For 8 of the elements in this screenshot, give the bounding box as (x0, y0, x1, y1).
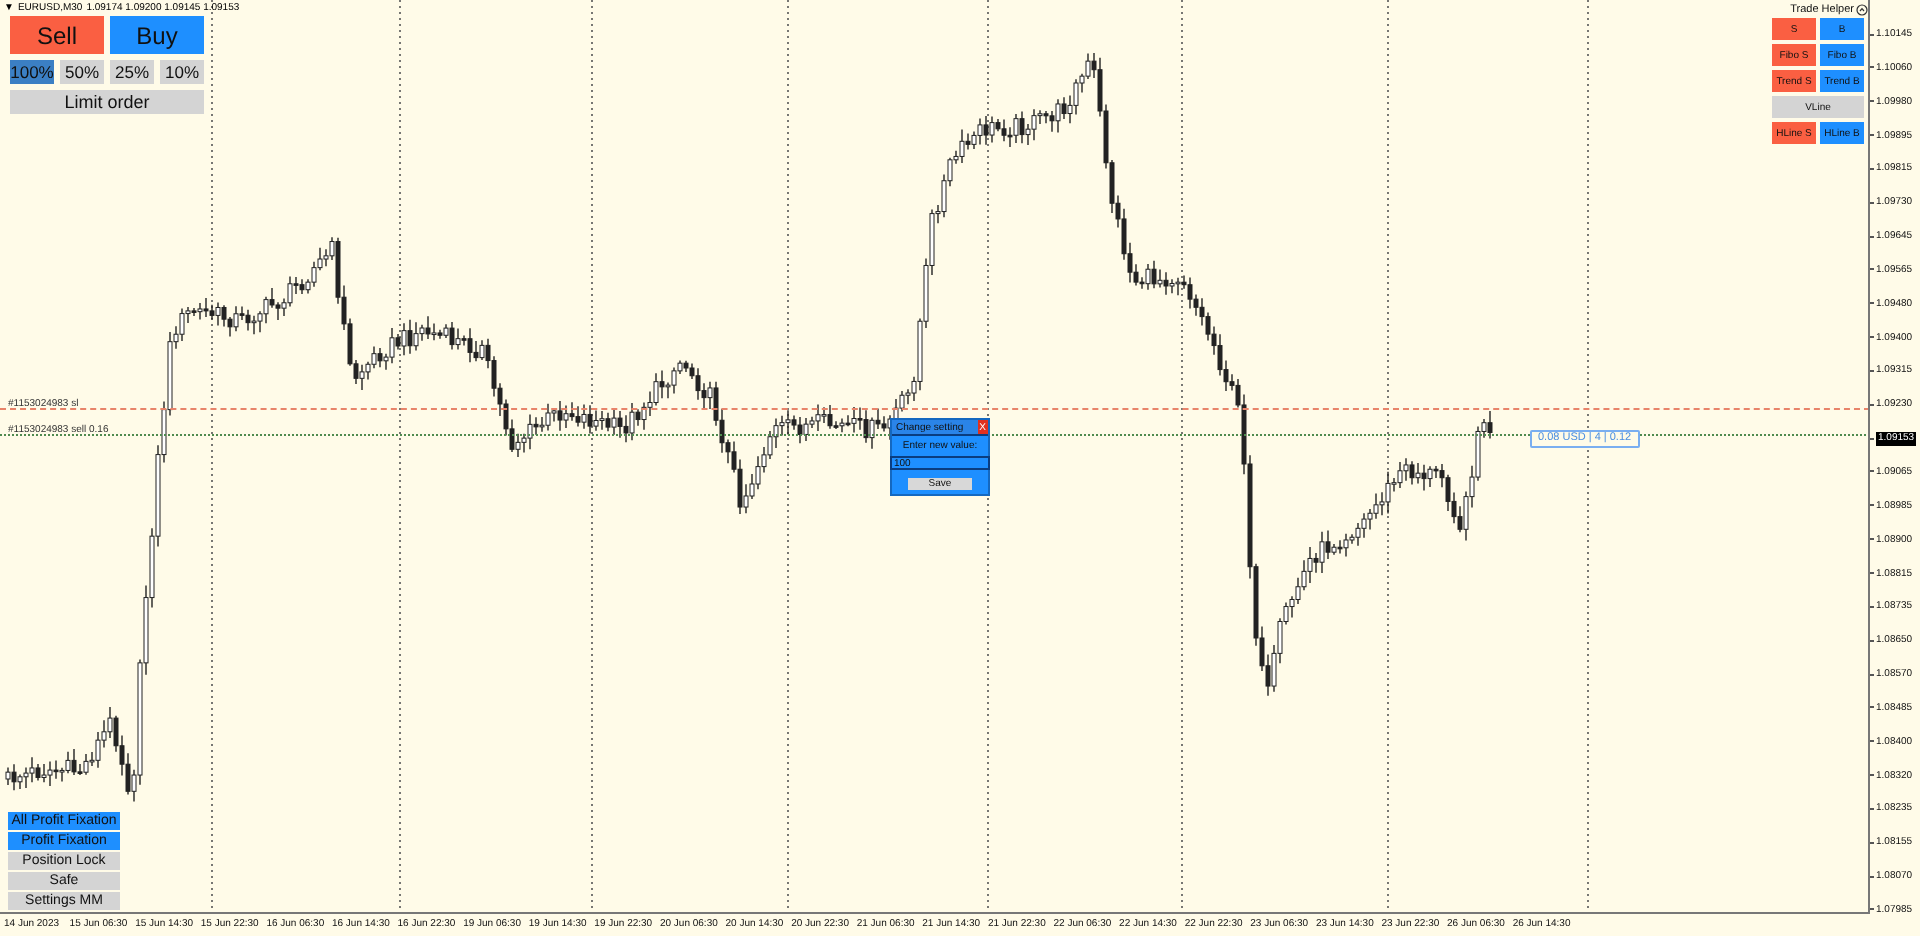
percent-button[interactable]: 100% (10, 60, 54, 84)
buy-button[interactable]: Buy (110, 16, 204, 54)
percent-button[interactable]: 10% (160, 60, 204, 84)
percent-button[interactable]: 25% (110, 60, 154, 84)
circle-icon[interactable] (1856, 4, 1868, 16)
percent-button[interactable]: 50% (60, 60, 104, 84)
limit-order-button[interactable]: Limit order (10, 90, 204, 114)
sell-button[interactable]: Sell (10, 16, 104, 54)
